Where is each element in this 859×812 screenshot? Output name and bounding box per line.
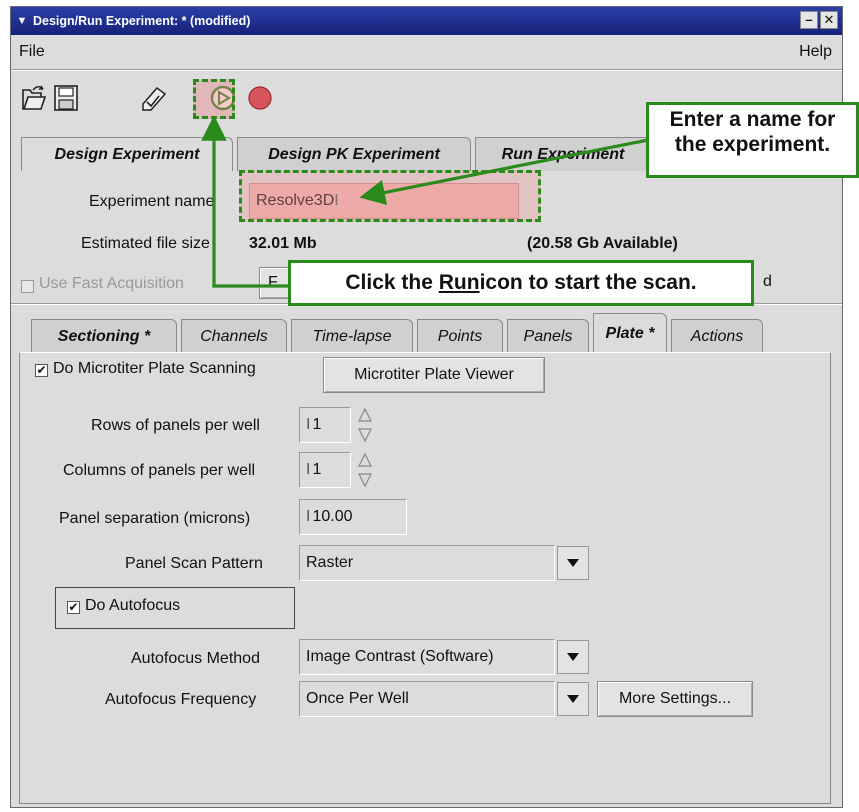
run-callout-post: icon to start the scan. xyxy=(479,271,697,295)
name-callout: Enter a name for the experiment. xyxy=(646,102,859,178)
run-callout-pre: Click the xyxy=(345,271,433,295)
run-callout: Click the Run icon to start the scan. xyxy=(288,260,754,306)
run-callout-arrow xyxy=(201,115,290,288)
name-callout-arrow xyxy=(359,138,649,206)
name-callout-line1: Enter a name for xyxy=(669,108,836,131)
name-callout-line2: the experiment. xyxy=(674,133,831,157)
run-callout-word: Run xyxy=(438,271,480,295)
